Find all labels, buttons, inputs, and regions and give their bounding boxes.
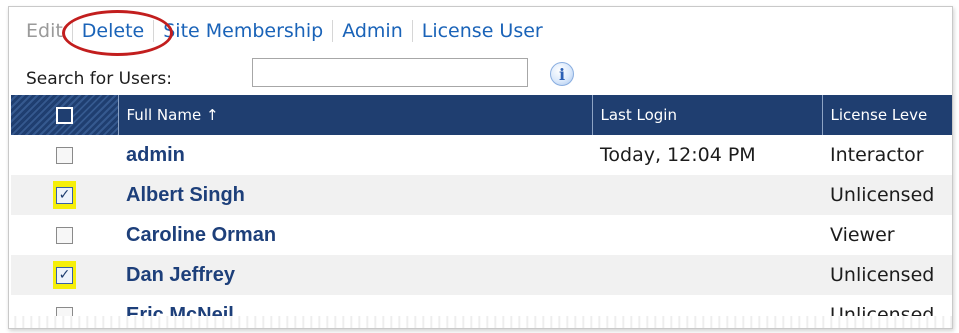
user-name-link[interactable]: Caroline Orman — [118, 215, 592, 255]
row-checkbox[interactable] — [56, 227, 73, 244]
last-login-cell — [592, 255, 822, 295]
last-login-cell: Today, 12:04 PM — [600, 144, 756, 166]
search-input[interactable] — [252, 58, 528, 87]
user-name-link[interactable]: Dan Jeffrey — [118, 255, 592, 295]
row-select-cell: ✓ — [11, 175, 118, 215]
checkbox-wrapper — [53, 221, 76, 249]
row-checkbox-checked[interactable]: ✓ — [56, 267, 73, 284]
table-row: ✓ Dan Jeffrey Unlicensed — [11, 255, 952, 295]
table-row: ✓ Albert Singh Unlicensed — [11, 175, 952, 215]
license-level-cell: Unlicensed — [822, 175, 952, 215]
table-row: Caroline Orman Viewer — [11, 215, 952, 255]
edit-button: Edit — [26, 20, 63, 42]
torn-edge-decoration — [9, 316, 952, 328]
table-header-row: Full Name ↑ Last Login License Leve — [11, 95, 952, 135]
user-management-panel: Edit Delete Site Membership Admin Licens… — [8, 6, 953, 329]
user-name-link[interactable]: Albert Singh — [118, 175, 592, 215]
license-level-cell: Unlicensed — [822, 255, 952, 295]
user-name-link[interactable]: admin — [118, 135, 592, 175]
highlighted-checkbox-wrapper: ✓ — [53, 181, 76, 209]
search-label: Search for Users: — [26, 69, 172, 89]
highlighted-checkbox-wrapper: ✓ — [53, 261, 76, 289]
action-toolbar: Edit Delete Site Membership Admin Licens… — [9, 17, 552, 45]
full-name-column-header[interactable]: Full Name ↑ — [118, 95, 593, 135]
row-select-cell — [11, 215, 118, 255]
license-user-button[interactable]: License User — [413, 20, 552, 42]
row-checkbox-checked[interactable]: ✓ — [56, 187, 73, 204]
last-login-cell — [592, 215, 822, 255]
info-icon[interactable]: i — [550, 62, 574, 86]
license-level-cell: Viewer — [830, 224, 895, 246]
table-row: admin Today, 12:04 PM Interactor — [11, 135, 952, 175]
row-checkbox[interactable] — [56, 147, 73, 164]
last-login-column-header[interactable]: Last Login — [592, 95, 823, 135]
license-level-cell: Interactor — [830, 144, 924, 166]
checkbox-wrapper — [53, 141, 76, 169]
select-all-checkbox[interactable] — [55, 107, 73, 124]
admin-button[interactable]: Admin — [333, 20, 412, 42]
row-select-cell: ✓ — [11, 255, 118, 295]
users-table: Full Name ↑ Last Login License Leve admi… — [11, 95, 952, 328]
last-login-cell — [592, 175, 822, 215]
row-select-cell — [11, 135, 118, 175]
delete-button[interactable]: Delete — [73, 20, 153, 42]
select-all-header — [11, 95, 119, 135]
site-membership-button[interactable]: Site Membership — [154, 20, 332, 42]
search-row: Search for Users: — [26, 64, 172, 94]
license-level-column-header[interactable]: License Leve — [822, 95, 952, 135]
